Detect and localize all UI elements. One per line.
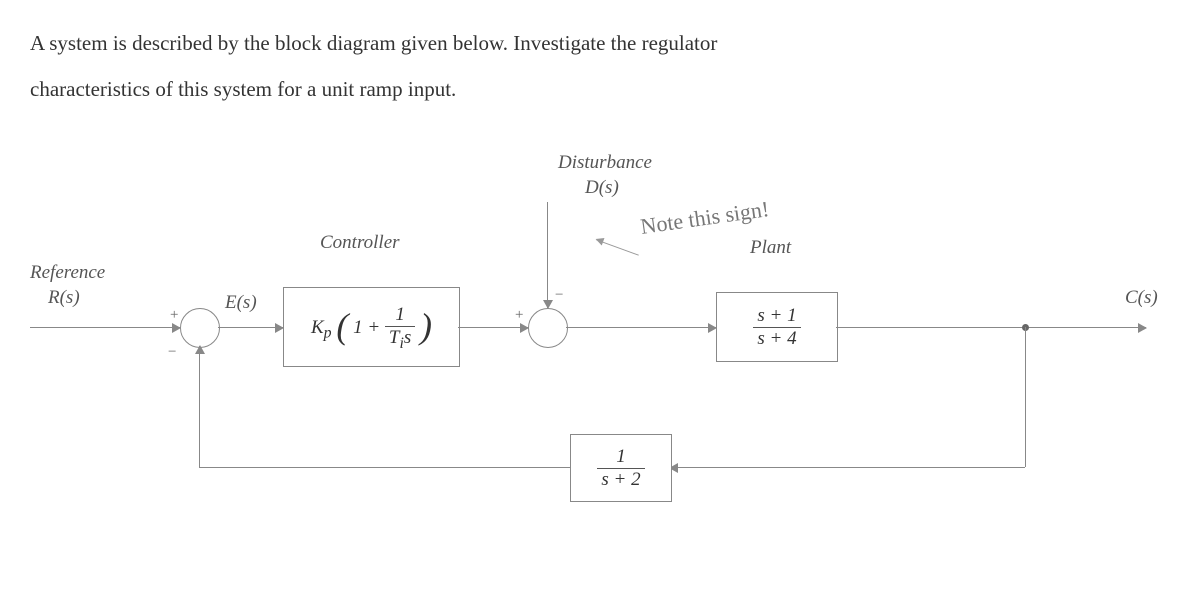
problem-line-1: A system is described by the block diagr… (30, 31, 717, 55)
controller-label: Controller (320, 232, 400, 254)
arrow-disturbance-down (547, 202, 548, 308)
feedback-h-right (670, 467, 1025, 468)
problem-line-2: characteristics of this system for a uni… (30, 77, 456, 101)
feedback-num: 1 (597, 446, 644, 469)
kp-subscript: p (324, 324, 332, 341)
controller-block: Kp ( 1 + 1 Tis ) (283, 287, 460, 367)
reference-label: Reference (30, 262, 105, 284)
kp-symbol: K (311, 316, 324, 337)
arrow-sum1-to-controller (218, 327, 283, 328)
block-diagram: Reference R(s) + − E(s) Controller Kp ( … (30, 152, 1170, 532)
controller-frac-num: 1 (385, 304, 415, 327)
disturbance-label: Disturbance (558, 152, 652, 174)
problem-statement: A system is described by the block diagr… (30, 20, 1170, 112)
arrow-controller-to-sum2 (458, 327, 528, 328)
feedback-block: 1 s + 2 (570, 434, 672, 502)
feedback-v1 (1025, 327, 1026, 467)
sum2-minus-sign: − (555, 287, 563, 304)
summing-junction-2 (528, 308, 568, 348)
arrow-plant-to-output (836, 327, 1146, 328)
sum1-minus-sign: − (168, 344, 176, 361)
feedback-h-left (199, 467, 570, 468)
handwritten-arrow (596, 240, 639, 256)
plant-num: s + 1 (753, 305, 800, 328)
ti-s: s (404, 327, 411, 348)
sum2-plus-sign: + (515, 307, 523, 324)
c-s-label: C(s) (1125, 287, 1158, 309)
one-plus: 1 + (353, 316, 380, 337)
summing-junction-1 (180, 308, 220, 348)
e-s-label: E(s) (225, 292, 257, 314)
feedback-v2 (199, 346, 200, 467)
plant-den: s + 4 (753, 328, 800, 350)
feedback-den: s + 2 (597, 469, 644, 491)
d-s-label: D(s) (585, 177, 619, 199)
arrow-sum2-to-plant (566, 327, 716, 328)
r-s-label: R(s) (48, 287, 80, 309)
arrow-r-to-sum1 (30, 327, 180, 328)
plant-label: Plant (750, 237, 791, 259)
sum1-plus-sign: + (170, 307, 178, 324)
handwritten-note: Note this sign! (639, 196, 771, 240)
plant-block: s + 1 s + 4 (716, 292, 838, 362)
ti-symbol: T (389, 327, 400, 348)
